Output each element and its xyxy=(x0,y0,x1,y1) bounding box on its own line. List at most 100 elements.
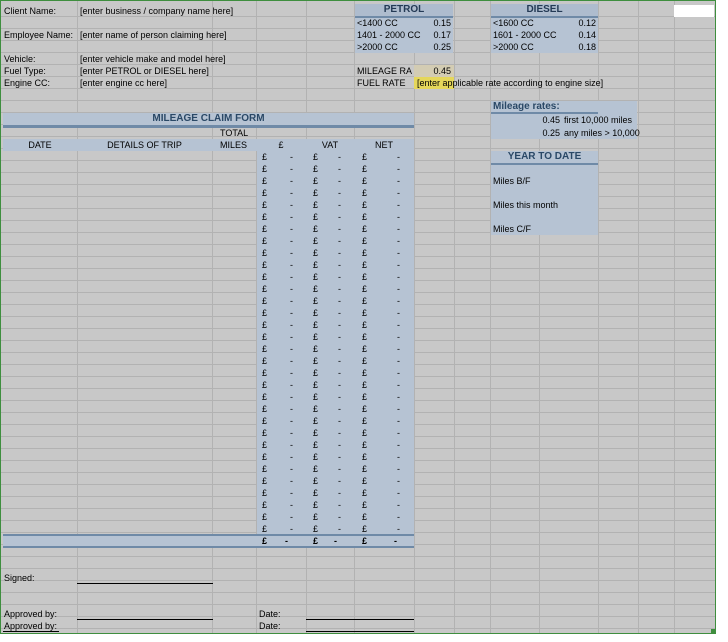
row-amount[interactable]: - xyxy=(397,391,400,403)
row-amount[interactable]: - xyxy=(290,355,293,367)
row-amount[interactable]: - xyxy=(338,379,341,391)
row-amount[interactable]: - xyxy=(397,511,400,523)
row-amount[interactable]: - xyxy=(338,463,341,475)
row-amount[interactable]: - xyxy=(290,331,293,343)
row-amount[interactable]: - xyxy=(338,247,341,259)
row-amount[interactable]: - xyxy=(290,487,293,499)
row-amount[interactable]: - xyxy=(397,235,400,247)
petrol-rate[interactable]: 0.25 xyxy=(414,41,451,53)
fuel-type-value[interactable]: [enter PETROL or DIESEL here] xyxy=(80,65,209,77)
mileage-rate-value[interactable]: 0.45 xyxy=(414,65,451,77)
row-amount[interactable]: - xyxy=(290,391,293,403)
row-amount[interactable]: - xyxy=(397,451,400,463)
row-amount[interactable]: - xyxy=(290,499,293,511)
row-amount[interactable]: - xyxy=(397,499,400,511)
row-amount[interactable]: - xyxy=(338,499,341,511)
row-amount[interactable]: - xyxy=(397,439,400,451)
row-amount[interactable]: - xyxy=(290,343,293,355)
row-amount[interactable]: - xyxy=(290,223,293,235)
row-amount[interactable]: - xyxy=(290,211,293,223)
fuel-rate-value[interactable]: [enter applicable rate according to engi… xyxy=(417,77,603,89)
row-amount[interactable]: - xyxy=(290,415,293,427)
row-amount[interactable]: - xyxy=(290,187,293,199)
row-amount[interactable]: - xyxy=(397,283,400,295)
row-amount[interactable]: - xyxy=(338,415,341,427)
row-amount[interactable]: - xyxy=(290,367,293,379)
row-amount[interactable]: - xyxy=(338,427,341,439)
row-amount[interactable]: - xyxy=(338,163,341,175)
row-amount[interactable]: - xyxy=(397,367,400,379)
row-amount[interactable]: - xyxy=(290,247,293,259)
diesel-rate[interactable]: 0.18 xyxy=(539,41,596,53)
row-amount[interactable]: - xyxy=(338,355,341,367)
row-amount[interactable]: - xyxy=(397,475,400,487)
row-amount[interactable]: - xyxy=(338,187,341,199)
row-amount[interactable]: - xyxy=(290,235,293,247)
row-amount[interactable]: - xyxy=(290,271,293,283)
vehicle-value[interactable]: [enter vehicle make and model here] xyxy=(80,53,226,65)
spreadsheet-grid[interactable]: Client Name: [enter business / company n… xyxy=(0,0,716,634)
row-amount[interactable]: - xyxy=(397,415,400,427)
row-amount[interactable]: - xyxy=(290,427,293,439)
row-amount[interactable]: - xyxy=(397,307,400,319)
row-amount[interactable]: - xyxy=(397,343,400,355)
row-amount[interactable]: - xyxy=(338,475,341,487)
engine-cc-value[interactable]: [enter engine cc here] xyxy=(80,77,167,89)
petrol-rate[interactable]: 0.17 xyxy=(414,29,451,41)
client-name-value[interactable]: [enter business / company name here] xyxy=(80,5,233,17)
petrol-rate[interactable]: 0.15 xyxy=(414,17,451,29)
row-amount[interactable]: - xyxy=(397,223,400,235)
row-amount[interactable]: - xyxy=(338,403,341,415)
row-amount[interactable]: - xyxy=(290,319,293,331)
row-amount[interactable]: - xyxy=(338,283,341,295)
date-line-1[interactable] xyxy=(306,619,414,620)
row-amount[interactable]: - xyxy=(397,331,400,343)
row-amount[interactable]: - xyxy=(397,211,400,223)
approved-by-line-1[interactable] xyxy=(77,619,213,620)
row-amount[interactable]: - xyxy=(338,199,341,211)
row-amount[interactable]: - xyxy=(338,223,341,235)
date-line-2[interactable] xyxy=(306,631,414,632)
row-amount[interactable]: - xyxy=(338,271,341,283)
row-amount[interactable]: - xyxy=(397,319,400,331)
row-amount[interactable]: - xyxy=(338,511,341,523)
row-amount[interactable]: - xyxy=(290,451,293,463)
row-amount[interactable]: - xyxy=(338,211,341,223)
row-amount[interactable]: - xyxy=(338,295,341,307)
row-amount[interactable]: - xyxy=(397,271,400,283)
row-amount[interactable]: - xyxy=(338,307,341,319)
row-amount[interactable]: - xyxy=(290,259,293,271)
row-amount[interactable]: - xyxy=(290,439,293,451)
employee-name-value[interactable]: [enter name of person claiming here] xyxy=(80,29,227,41)
row-amount[interactable]: - xyxy=(397,163,400,175)
row-amount[interactable]: - xyxy=(290,283,293,295)
row-amount[interactable]: - xyxy=(397,151,400,163)
row-amount[interactable]: - xyxy=(290,403,293,415)
row-amount[interactable]: - xyxy=(397,403,400,415)
row-amount[interactable]: - xyxy=(397,487,400,499)
row-amount[interactable]: - xyxy=(290,163,293,175)
row-amount[interactable]: - xyxy=(338,331,341,343)
row-amount[interactable]: - xyxy=(338,439,341,451)
row-amount[interactable]: - xyxy=(397,295,400,307)
row-amount[interactable]: - xyxy=(290,475,293,487)
approved-by-line-2[interactable] xyxy=(3,631,59,632)
row-amount[interactable]: - xyxy=(338,151,341,163)
row-amount[interactable]: - xyxy=(290,511,293,523)
diesel-rate[interactable]: 0.12 xyxy=(539,17,596,29)
resize-handle[interactable] xyxy=(711,629,715,633)
row-amount[interactable]: - xyxy=(397,427,400,439)
row-amount[interactable]: - xyxy=(338,175,341,187)
row-amount[interactable]: - xyxy=(290,379,293,391)
row-amount[interactable]: - xyxy=(338,343,341,355)
row-amount[interactable]: - xyxy=(338,319,341,331)
row-amount[interactable]: - xyxy=(338,235,341,247)
row-amount[interactable]: - xyxy=(290,463,293,475)
row-amount[interactable]: - xyxy=(290,151,293,163)
row-amount[interactable]: - xyxy=(397,379,400,391)
row-amount[interactable]: - xyxy=(338,391,341,403)
row-amount[interactable]: - xyxy=(397,355,400,367)
row-amount[interactable]: - xyxy=(338,451,341,463)
row-amount[interactable]: - xyxy=(290,175,293,187)
row-amount[interactable]: - xyxy=(290,295,293,307)
